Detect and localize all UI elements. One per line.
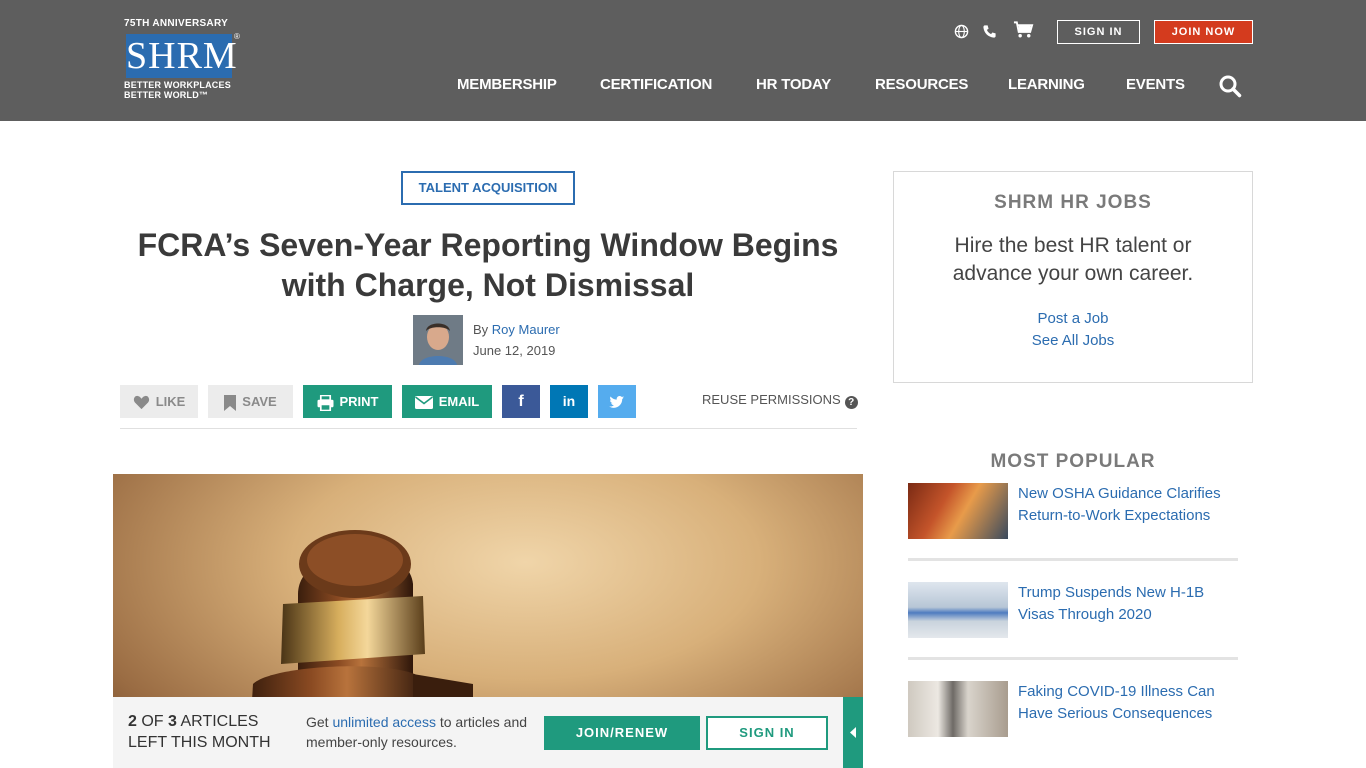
popular-separator	[908, 657, 1238, 660]
globe-icon[interactable]	[954, 24, 969, 43]
logo-tagline: BETTER WORKPLACES BETTER WORLD™	[124, 80, 254, 100]
nav-events[interactable]: EVENTS	[1126, 76, 1185, 93]
popular-thumbnail	[908, 681, 1008, 737]
linkedin-share-button[interactable]: in	[550, 385, 588, 418]
articles-left-label: LEFT THIS MONTH	[128, 734, 271, 751]
popular-title-link[interactable]: Trump Suspends New H-1B Visas Through 20…	[1018, 582, 1243, 626]
logo-registered-mark: ®	[234, 32, 240, 41]
bookmark-icon	[224, 394, 237, 411]
jobs-title: SHRM HR JOBS	[994, 192, 1152, 213]
category-tag[interactable]: TALENT ACQUISITION	[401, 171, 575, 205]
popular-title-link[interactable]: New OSHA Guidance Clarifies Return-to-Wo…	[1018, 483, 1243, 527]
facebook-share-button[interactable]: f	[502, 385, 540, 418]
header-sign-in-button[interactable]: SIGN IN	[1057, 20, 1140, 44]
linkedin-icon: in	[562, 393, 576, 409]
articles-of: OF	[141, 713, 164, 730]
articles-remaining: 2 OF 3 ARTICLES LEFT THIS MONTH	[128, 711, 288, 753]
chevron-left-icon	[850, 727, 856, 738]
nav-membership[interactable]: MEMBERSHIP	[457, 76, 557, 93]
logo-tagline-2: BETTER WORLD™	[124, 90, 209, 100]
popular-title-link[interactable]: Faking COVID-19 Illness Can Have Serious…	[1018, 681, 1243, 725]
twitter-share-button[interactable]	[598, 385, 636, 418]
unlimited-access-link[interactable]: unlimited access	[332, 714, 436, 730]
popular-separator	[908, 558, 1238, 561]
author-photo	[413, 315, 463, 365]
phone-icon[interactable]	[982, 24, 997, 43]
site-header: 75TH ANNIVERSARY SHRM ® BETTER WORKPLACE…	[0, 0, 1366, 121]
reuse-permissions-link[interactable]: REUSE PERMISSIONS?	[702, 392, 858, 409]
save-button[interactable]: SAVE	[208, 385, 293, 418]
articles-total: 3	[168, 713, 177, 730]
jobs-subtitle: Hire the best HR talent or advance your …	[952, 234, 1194, 285]
popular-thumbnail	[908, 582, 1008, 638]
see-all-jobs-link[interactable]: See All Jobs	[894, 332, 1252, 349]
logo-wordmark: SHRM	[126, 34, 238, 78]
cart-icon[interactable]	[1013, 21, 1034, 43]
print-button[interactable]: PRINT	[303, 385, 392, 418]
paywall-message: Get unlimited access to articles and mem…	[306, 712, 536, 752]
nav-certification[interactable]: CERTIFICATION	[600, 76, 712, 93]
print-label: PRINT	[339, 394, 379, 409]
help-icon[interactable]: ?	[844, 396, 858, 409]
shrm-logo[interactable]: 75TH ANNIVERSARY SHRM ® BETTER WORKPLACE…	[124, 18, 244, 102]
save-label: SAVE	[242, 394, 277, 409]
article-title: FCRA’s Seven-Year Reporting Window Begin…	[137, 227, 839, 303]
publish-date: June 12, 2019	[473, 343, 556, 358]
join-renew-button[interactable]: JOIN/RENEW	[544, 716, 700, 750]
header-join-now-button[interactable]: JOIN NOW	[1154, 20, 1253, 44]
reuse-label: REUSE PERMISSIONS	[702, 392, 841, 407]
heart-icon	[133, 395, 149, 410]
like-label: LIKE	[155, 394, 186, 409]
byline: By Roy Maurer	[473, 322, 560, 337]
popular-thumbnail	[908, 483, 1008, 539]
paywall-bar: 2 OF 3 ARTICLES LEFT THIS MONTH Get unli…	[113, 697, 863, 768]
logo-anniversary: 75TH ANNIVERSARY	[124, 18, 229, 29]
search-icon[interactable]	[1218, 74, 1242, 98]
email-button[interactable]: EMAIL	[402, 385, 492, 418]
articles-word: ARTICLES	[180, 713, 259, 730]
nav-learning[interactable]: LEARNING	[1008, 76, 1085, 93]
envelope-icon	[414, 396, 433, 410]
paywall-sign-in-button[interactable]: SIGN IN	[706, 716, 828, 750]
paywall-collapse-button[interactable]	[843, 697, 863, 768]
articles-current: 2	[128, 713, 137, 730]
twitter-icon	[609, 396, 625, 408]
like-button[interactable]: LIKE	[120, 385, 198, 418]
byline-prefix: By	[473, 322, 489, 337]
printer-icon	[317, 394, 333, 411]
email-label: EMAIL	[438, 394, 480, 409]
author-link[interactable]: Roy Maurer	[492, 322, 560, 337]
post-job-link[interactable]: Post a Job	[894, 310, 1252, 327]
most-popular-title: MOST POPULAR	[990, 451, 1156, 472]
nav-resources[interactable]: RESOURCES	[875, 76, 968, 93]
hr-jobs-box: SHRM HR JOBS Hire the best HR talent or …	[893, 171, 1253, 383]
paywall-msg-pre: Get	[306, 714, 329, 730]
facebook-icon: f	[518, 393, 524, 410]
share-divider	[120, 428, 857, 429]
logo-tagline-1: BETTER WORKPLACES	[124, 80, 231, 90]
nav-hr-today[interactable]: HR TODAY	[756, 76, 831, 93]
